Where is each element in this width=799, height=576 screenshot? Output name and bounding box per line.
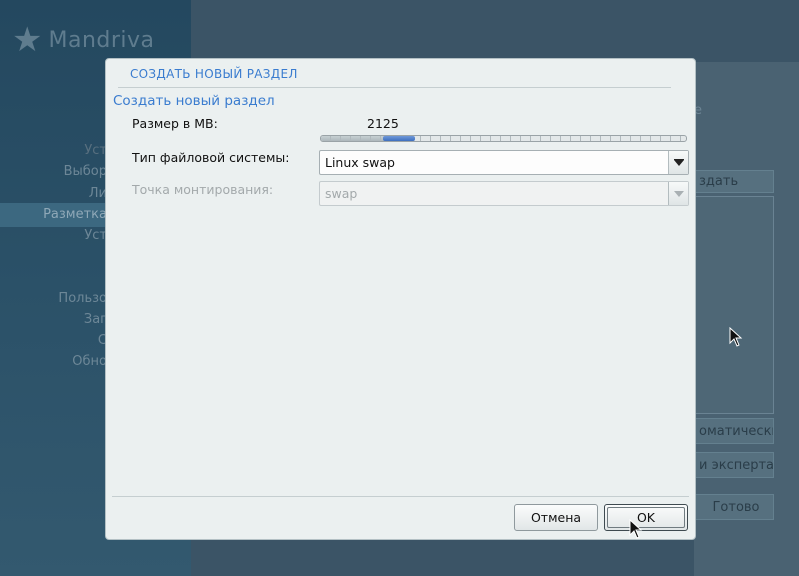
title-divider — [118, 87, 671, 88]
size-slider-ticks — [321, 136, 686, 141]
create-partition-button[interactable]: здать — [694, 170, 774, 193]
dialog-title: СОЗДАТЬ НОВЫЙ РАЗДЕЛ — [130, 67, 298, 81]
partition-list[interactable] — [694, 196, 774, 414]
fs-type-value: Linux swap — [325, 155, 395, 170]
ok-button[interactable]: OK — [604, 504, 688, 531]
dropdown-bar-icon — [674, 159, 684, 160]
step-item: Заг — [83, 312, 107, 327]
step-item: Обно — [72, 354, 107, 369]
mount-point-dropdown-button — [668, 182, 688, 205]
star-logo-icon: ★ — [12, 20, 43, 60]
step-item: Уст — [84, 228, 107, 243]
chevron-down-icon — [673, 190, 684, 197]
mount-point-select: swap — [319, 181, 689, 206]
chevron-down-icon — [673, 159, 684, 166]
auto-allocate-button[interactable]: оматически — [694, 418, 774, 444]
create-partition-dialog: СОЗДАТЬ НОВЫЙ РАЗДЕЛ Создать новый разде… — [105, 58, 696, 540]
size-label: Размер в MB: — [132, 116, 218, 131]
mouse-pointer-icon — [629, 519, 643, 539]
mount-point-value: swap — [325, 186, 358, 201]
fs-type-select[interactable]: Linux swap — [319, 150, 689, 175]
fs-type-dropdown-button[interactable] — [668, 151, 688, 174]
size-value: 2125 — [367, 116, 399, 131]
mouse-pointer-icon — [729, 327, 743, 347]
footer-divider — [112, 496, 689, 497]
ok-focus-ring — [607, 507, 685, 528]
step-item: Пользо — [58, 291, 107, 306]
step-item: Выбор — [63, 164, 107, 179]
fs-type-label: Тип файловой системы: — [132, 150, 290, 165]
step-group-header: Уст — [84, 143, 107, 158]
section-title: Создать новый раздел — [113, 93, 275, 109]
size-slider[interactable] — [320, 135, 687, 142]
expert-mode-button[interactable]: и эксперта — [694, 452, 774, 478]
step-item-current: Разметка — [43, 207, 107, 222]
cancel-button[interactable]: Отмена — [514, 504, 598, 531]
mandriva-logo: ★ Mandriva — [12, 20, 155, 60]
done-button[interactable]: Готово — [694, 494, 774, 520]
mount-point-label: Точка монтирования: — [132, 182, 274, 197]
size-slider-handle[interactable] — [383, 136, 415, 141]
